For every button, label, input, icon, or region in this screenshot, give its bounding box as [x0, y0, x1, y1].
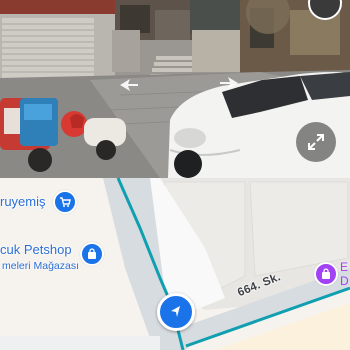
poi-label-right[interactable]: E [340, 260, 348, 274]
poi-label-petshop[interactable]: cuk Petshop [0, 242, 72, 257]
app-root: ruyemiş cuk Petshop meleri Mağazası E D [0, 0, 350, 350]
expand-arrows-icon [308, 134, 324, 150]
shopping-bag-icon [322, 268, 330, 279]
street-view-nav-arrow-left-icon[interactable] [118, 78, 140, 92]
street-view-panel[interactable] [0, 0, 350, 178]
street-view-nav-arrow-right-icon[interactable] [218, 76, 240, 90]
poi-sublabel-petshop: meleri Mağazası [2, 260, 80, 272]
navigation-arrow-icon [171, 306, 180, 317]
poi-pin-petshop[interactable] [80, 242, 104, 266]
shopping-cart-icon [60, 197, 71, 207]
poi-sublabel-right: D [340, 274, 349, 288]
shopping-bag-icon [88, 248, 96, 259]
map-view[interactable]: ruyemiş cuk Petshop meleri Mağazası E D [0, 178, 350, 350]
expand-street-view-button[interactable] [296, 122, 336, 162]
poi-pin-right[interactable] [314, 262, 338, 286]
poi-label-kuruyemis[interactable]: ruyemiş [0, 194, 46, 209]
current-location-marker[interactable] [157, 293, 195, 331]
poi-pin-kuruyemis[interactable] [53, 190, 77, 214]
